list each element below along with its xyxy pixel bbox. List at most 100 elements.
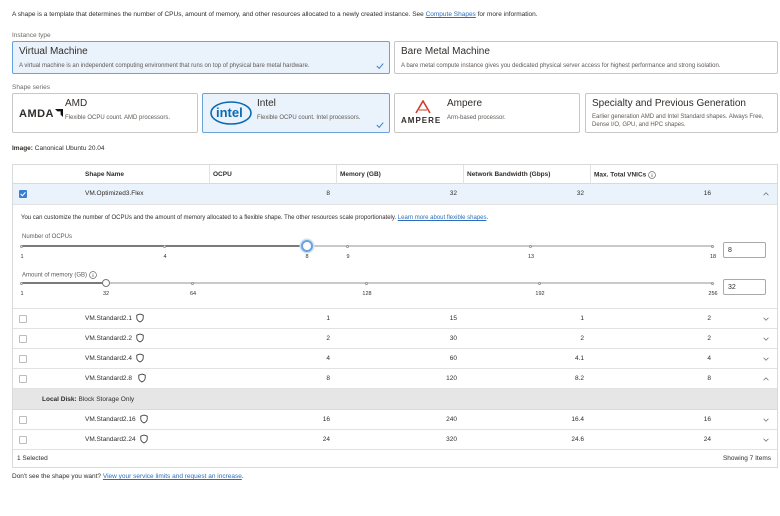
card-title: Specialty and Previous Generation bbox=[592, 98, 746, 109]
shapes-table: Shape Name OCPU Memory (GB) Network Band… bbox=[12, 164, 778, 468]
cell-memory: 32 bbox=[449, 190, 457, 197]
image-info: Image: Canonical Ubuntu 20.04 bbox=[12, 145, 105, 152]
cell-memory: 120 bbox=[446, 375, 457, 382]
cell-memory: 320 bbox=[446, 436, 457, 443]
row-checkbox[interactable] bbox=[19, 416, 27, 424]
chevron-up-icon[interactable] bbox=[762, 190, 770, 198]
shape-series-intel[interactable]: intel Intel Flexible OCPU count. Intel p… bbox=[202, 93, 390, 133]
cell-ocpu: 2 bbox=[326, 335, 330, 342]
row-checkbox[interactable] bbox=[19, 355, 27, 363]
shape-series-ampere[interactable]: AMPERE Ampere Arm-based processor. bbox=[394, 93, 580, 133]
cell-shape-name: VM.Standard2.24 bbox=[85, 436, 136, 443]
amd-arrow-icon bbox=[55, 109, 63, 117]
table-row[interactable]: VM.Standard2.4 4 60 4.1 4 bbox=[13, 349, 777, 369]
table-row-flex[interactable]: VM.Optimized3.Flex 8 32 32 16 bbox=[13, 184, 777, 205]
cell-memory: 15 bbox=[449, 315, 457, 322]
service-limits-note: Don't see the shape you want? View your … bbox=[12, 473, 244, 480]
shape-series-specialty[interactable]: Specialty and Previous Generation Earlie… bbox=[585, 93, 778, 133]
cell-ocpu: 8 bbox=[326, 190, 330, 197]
service-limits-link[interactable]: View your service limits and request an … bbox=[103, 473, 242, 480]
cell-shape-name: VM.Standard2.4 bbox=[85, 355, 132, 362]
chevron-down-icon[interactable] bbox=[762, 355, 770, 363]
cell-bandwidth: 32 bbox=[576, 190, 584, 197]
shield-icon bbox=[140, 434, 148, 444]
card-title: Ampere bbox=[447, 98, 483, 109]
row-checkbox[interactable] bbox=[19, 375, 27, 383]
chevron-down-icon[interactable] bbox=[762, 315, 770, 323]
cell-shape-name: VM.Optimized3.Flex bbox=[85, 190, 144, 197]
shape-series-label: Shape series bbox=[12, 84, 50, 91]
instance-type-label: Instance type bbox=[12, 32, 51, 39]
instance-type-virtual-machine[interactable]: Virtual Machine A virtual machine is an … bbox=[12, 41, 390, 74]
cell-vnics: 8 bbox=[707, 375, 711, 382]
table-row[interactable]: VM.Standard2.1 1 15 1 2 bbox=[13, 309, 777, 329]
cell-ocpu: 4 bbox=[326, 355, 330, 362]
cell-vnics: 16 bbox=[703, 416, 711, 423]
ocpu-input[interactable]: 8 bbox=[723, 242, 766, 258]
cell-memory: 30 bbox=[449, 335, 457, 342]
info-icon[interactable] bbox=[648, 171, 656, 179]
cell-ocpu: 16 bbox=[322, 416, 330, 423]
row-checkbox[interactable] bbox=[19, 335, 27, 343]
header-bandwidth[interactable]: Network Bandwidth (Gbps) bbox=[467, 171, 550, 178]
row-checkbox[interactable] bbox=[19, 190, 27, 198]
card-desc: Earlier generation AMD and Intel Standar… bbox=[592, 114, 764, 128]
shield-icon bbox=[138, 373, 146, 383]
cell-ocpu: 24 bbox=[322, 436, 330, 443]
chevron-down-icon[interactable] bbox=[762, 416, 770, 424]
card-desc: A virtual machine is an independent comp… bbox=[19, 63, 310, 69]
flex-desc: You can customize the number of OCPUs an… bbox=[21, 215, 489, 221]
memory-input[interactable]: 32 bbox=[723, 279, 766, 295]
shield-icon bbox=[140, 414, 148, 424]
local-disk-detail: Local Disk: Block Storage Only bbox=[13, 389, 777, 410]
info-icon[interactable] bbox=[88, 271, 97, 279]
header-memory[interactable]: Memory (GB) bbox=[340, 171, 381, 178]
table-row[interactable]: VM.Standard2.24 24 320 24.6 24 bbox=[13, 430, 777, 450]
selected-count: 1 Selected bbox=[17, 455, 48, 462]
shield-icon bbox=[136, 353, 144, 363]
shield-icon bbox=[136, 333, 144, 343]
table-header: Shape Name OCPU Memory (GB) Network Band… bbox=[13, 165, 777, 184]
cell-vnics: 4 bbox=[707, 355, 711, 362]
card-desc: Flexible OCPU count. Intel processors. bbox=[257, 115, 361, 121]
checkmark-icon bbox=[20, 192, 26, 197]
header-vnics[interactable]: Max. Total VNICs bbox=[594, 171, 656, 179]
header-ocpu[interactable]: OCPU bbox=[213, 171, 232, 178]
intel-logo: intel bbox=[209, 100, 253, 126]
cell-shape-name: VM.Standard2.2 bbox=[85, 335, 132, 342]
cell-bandwidth: 4.1 bbox=[574, 355, 584, 362]
compute-shapes-link[interactable]: Compute Shapes bbox=[426, 11, 476, 18]
card-desc: Arm-based processor. bbox=[447, 115, 506, 121]
cell-ocpu: 8 bbox=[326, 375, 330, 382]
cell-shape-name: VM.Standard2.16 bbox=[85, 416, 136, 423]
memory-slider-label: Amount of memory (GB) bbox=[22, 271, 97, 279]
table-row[interactable]: VM.Standard2.16 16 240 16.4 16 bbox=[13, 410, 777, 430]
learn-more-flex-link[interactable]: Learn more about flexible shapes bbox=[398, 215, 487, 221]
ocpu-slider-handle[interactable] bbox=[301, 240, 313, 252]
intro-text: A shape is a template that determines th… bbox=[12, 11, 538, 18]
card-title: AMD bbox=[65, 98, 88, 109]
ampere-logo: AMPERE bbox=[401, 100, 445, 128]
card-desc: Flexible OCPU count. AMD processors. bbox=[65, 115, 171, 121]
chevron-down-icon[interactable] bbox=[762, 436, 770, 444]
header-shape-name[interactable]: Shape Name bbox=[85, 171, 124, 178]
items-count: Showing 7 Items bbox=[722, 455, 771, 462]
cell-vnics: 24 bbox=[703, 436, 711, 443]
instance-type-bare-metal[interactable]: Bare Metal Machine A bare metal compute … bbox=[394, 41, 778, 74]
row-checkbox[interactable] bbox=[19, 436, 27, 444]
cell-memory: 240 bbox=[446, 416, 457, 423]
cell-bandwidth: 8.2 bbox=[574, 375, 584, 382]
chevron-up-icon[interactable] bbox=[762, 375, 770, 383]
cell-bandwidth: 16.4 bbox=[571, 416, 584, 423]
shape-series-amd[interactable]: AMDA AMD Flexible OCPU count. AMD proces… bbox=[12, 93, 198, 133]
table-row[interactable]: VM.Standard2.8 8 120 8.2 8 bbox=[13, 369, 777, 389]
table-row[interactable]: VM.Standard2.2 2 30 2 2 bbox=[13, 329, 777, 349]
cell-bandwidth: 1 bbox=[580, 315, 584, 322]
ocpu-slider-label: Number of OCPUs bbox=[22, 234, 73, 240]
cell-vnics: 2 bbox=[707, 335, 711, 342]
memory-slider-handle[interactable] bbox=[102, 279, 110, 287]
table-footer: 1 Selected Showing 7 Items bbox=[13, 449, 777, 467]
chevron-down-icon[interactable] bbox=[762, 335, 770, 343]
row-checkbox[interactable] bbox=[19, 315, 27, 323]
cell-bandwidth: 2 bbox=[580, 335, 584, 342]
